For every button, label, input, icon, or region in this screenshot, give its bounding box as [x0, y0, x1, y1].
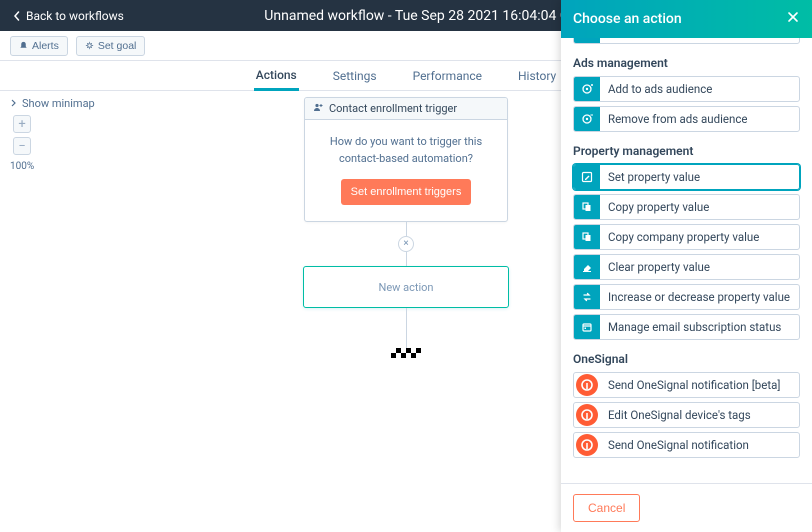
- action-item[interactable]: Increase or decrease property value: [573, 284, 800, 310]
- add-step-node[interactable]: ×: [398, 236, 414, 252]
- action-item[interactable]: Set property value: [573, 164, 800, 190]
- new-action-card[interactable]: New action: [303, 266, 509, 308]
- cancel-button[interactable]: Cancel: [573, 494, 640, 522]
- connector-line: [406, 252, 407, 266]
- target-minus-icon: [574, 107, 600, 131]
- action-label: Remove from ads audience: [600, 112, 747, 126]
- action-label: Send OneSignal notification [beta]: [600, 378, 780, 392]
- end-marker-icon: [391, 348, 421, 358]
- panel-footer: Cancel: [561, 483, 812, 532]
- action-item[interactable]: Add to ads audience: [573, 76, 800, 102]
- zoom-level-label: 100%: [10, 161, 34, 172]
- action-label: Manage email subscription status: [600, 320, 781, 334]
- copy-icon: [574, 195, 600, 219]
- action-item[interactable]: Copy property value: [573, 194, 800, 220]
- action-item[interactable]: Remove from static list: [573, 38, 800, 44]
- copy-icon: [574, 225, 600, 249]
- action-label: Copy property value: [600, 200, 709, 214]
- bell-icon: [19, 41, 28, 50]
- onesignal-icon: [576, 404, 598, 426]
- tab-actions[interactable]: Actions: [254, 62, 299, 91]
- onesignal-icon: [576, 374, 598, 396]
- section-title: Ads management: [573, 56, 800, 70]
- calendar-icon: [574, 315, 600, 339]
- zoom-in-button[interactable]: +: [13, 115, 31, 133]
- set-goal-button[interactable]: Set goal: [76, 36, 146, 56]
- connector-line: [406, 222, 407, 236]
- action-item[interactable]: Remove from ads audience: [573, 106, 800, 132]
- onesignal-icon: [576, 434, 598, 456]
- action-label: Send OneSignal notification: [600, 438, 749, 452]
- edit-icon: [574, 165, 600, 189]
- eraser-icon: [574, 255, 600, 279]
- workflow-flow: Contact enrollment trigger How do you wa…: [300, 97, 512, 358]
- back-label: Back to workflows: [26, 9, 124, 23]
- panel-title: Choose an action: [573, 11, 682, 27]
- chevron-left-icon: [12, 11, 22, 21]
- action-label: Set property value: [600, 170, 700, 184]
- trigger-card-title: Contact enrollment trigger: [329, 102, 457, 115]
- back-to-workflows-link[interactable]: Back to workflows: [12, 9, 124, 23]
- connector-line: [406, 308, 407, 348]
- gear-icon: [85, 41, 94, 50]
- section-title: OneSignal: [573, 352, 800, 366]
- panel-body[interactable]: Remove from static list Ads management Add…: [561, 38, 812, 483]
- action-label: Increase or decrease property value: [600, 290, 790, 304]
- alerts-button[interactable]: Alerts: [10, 36, 68, 56]
- action-label: Add to ads audience: [600, 82, 712, 96]
- action-item[interactable]: Clear property value: [573, 254, 800, 280]
- action-item[interactable]: Manage email subscription status: [573, 314, 800, 340]
- panel-header: Choose an action: [561, 0, 812, 38]
- action-item[interactable]: Send OneSignal notification [beta]: [573, 372, 800, 398]
- tab-performance[interactable]: Performance: [411, 61, 484, 90]
- swap-icon: [574, 285, 600, 309]
- close-icon[interactable]: [786, 10, 800, 28]
- action-item[interactable]: Edit OneSignal device's tags: [573, 402, 800, 428]
- choose-action-panel: Choose an action Remove from static list…: [561, 0, 812, 532]
- tab-settings[interactable]: Settings: [331, 61, 379, 90]
- action-label: Copy company property value: [600, 230, 759, 244]
- show-minimap-label: Show minimap: [22, 97, 95, 110]
- chevron-right-icon: [10, 97, 18, 110]
- trigger-card-body: How do you want to trigger this contact-…: [305, 120, 507, 221]
- zoom-out-button[interactable]: −: [13, 137, 31, 155]
- tab-history[interactable]: History: [516, 61, 558, 90]
- action-item[interactable]: Send OneSignal notification: [573, 432, 800, 458]
- section-title: Property management: [573, 144, 800, 158]
- action-label: Clear property value: [600, 260, 710, 274]
- trigger-card[interactable]: Contact enrollment trigger How do you wa…: [304, 97, 508, 222]
- list-remove-icon: [574, 38, 600, 43]
- zoom-controls: + − 100%: [10, 115, 34, 172]
- trigger-question: How do you want to trigger this contact-…: [315, 134, 497, 167]
- set-enrollment-triggers-button[interactable]: Set enrollment triggers: [341, 179, 472, 205]
- trigger-card-header: Contact enrollment trigger: [305, 98, 507, 120]
- show-minimap-toggle[interactable]: Show minimap: [10, 97, 95, 110]
- alerts-label: Alerts: [32, 40, 59, 52]
- set-goal-label: Set goal: [98, 40, 137, 52]
- target-plus-icon: [574, 77, 600, 101]
- person-plus-icon: [313, 102, 323, 115]
- action-label: Edit OneSignal device's tags: [600, 408, 751, 422]
- action-item[interactable]: Copy company property value: [573, 224, 800, 250]
